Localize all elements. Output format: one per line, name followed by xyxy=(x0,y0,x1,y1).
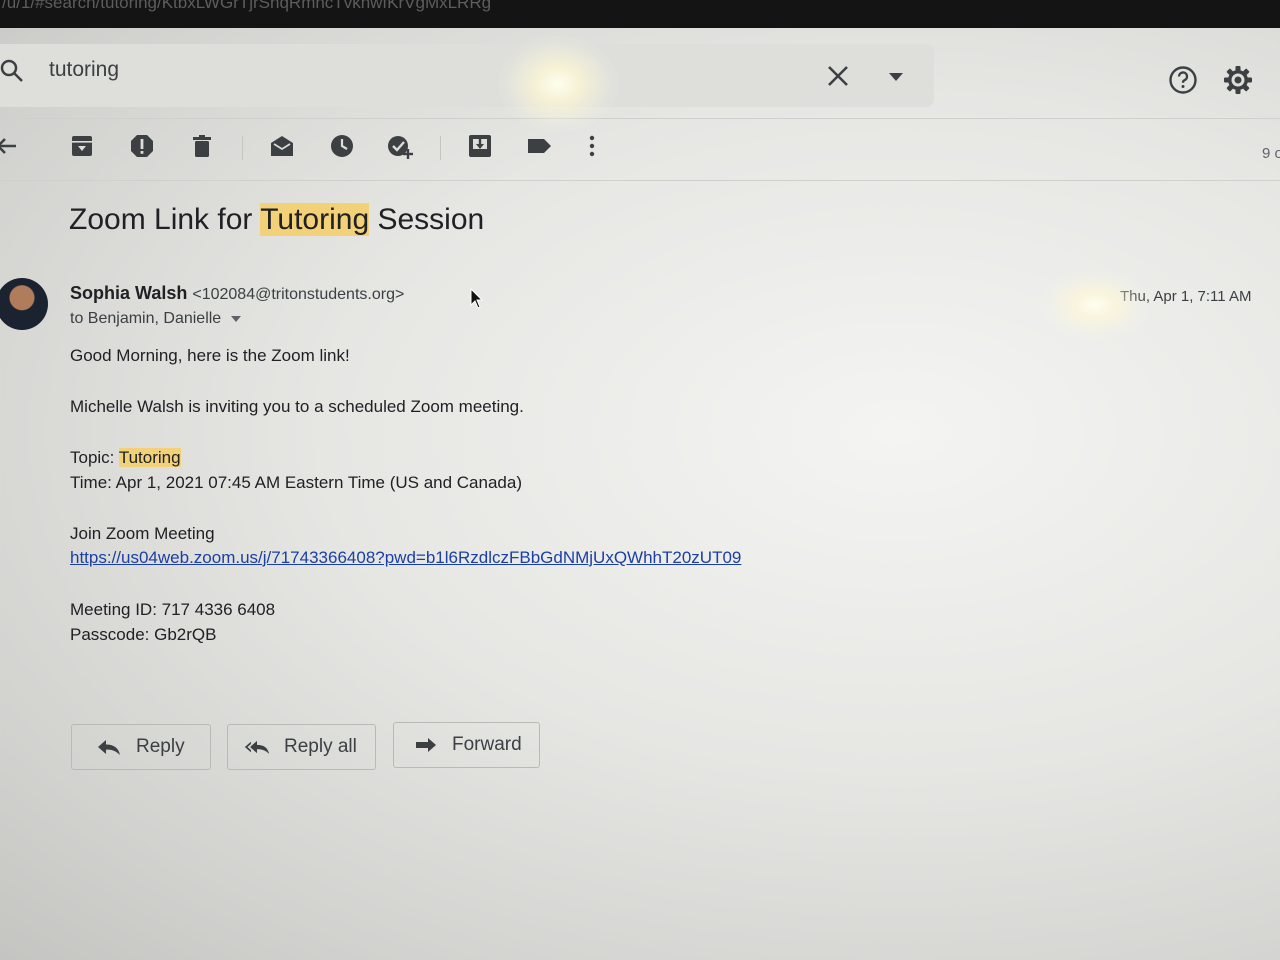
email-timestamp: Thu, Apr 1, 7:11 AM xyxy=(1120,288,1252,305)
chevron-down-icon[interactable] xyxy=(231,315,242,322)
subject-text-end: Session xyxy=(369,203,485,236)
move-to-icon[interactable] xyxy=(466,132,494,160)
add-task-icon[interactable] xyxy=(386,132,414,160)
report-spam-icon[interactable] xyxy=(128,132,156,160)
recipients-label: to Benjamin, Danielle xyxy=(70,310,222,327)
forward-icon xyxy=(416,738,436,752)
page-count: 9 o xyxy=(1262,145,1280,162)
forward-button[interactable]: Forward xyxy=(393,722,540,768)
body-greeting: Good Morning, here is the Zoom link! xyxy=(70,346,350,365)
sender-name[interactable]: Sophia Walsh xyxy=(70,283,187,303)
subject-text-start: Zoom Link for xyxy=(69,203,261,236)
body-time: Time: Apr 1, 2021 07:45 AM Eastern Time … xyxy=(70,473,522,492)
header-divider xyxy=(0,118,1280,119)
body-meeting-id: Meeting ID: 717 4336 6408 xyxy=(70,600,276,619)
search-icon[interactable] xyxy=(0,58,26,84)
more-icon[interactable] xyxy=(578,132,606,160)
subject-search-highlight: Tutoring xyxy=(260,203,370,236)
browser-url-bar[interactable]: /u/1/#search/tutoring/KtbxLWGrTjrShqRmhc… xyxy=(0,0,1280,28)
mark-unread-icon[interactable] xyxy=(268,132,296,160)
sender-line: Sophia Walsh <102084@tritonstudents.org> xyxy=(70,283,404,304)
reply-all-label: Reply all xyxy=(284,736,357,757)
search-input[interactable]: tutoring xyxy=(49,58,119,82)
body-passcode: Passcode: Gb2rQB xyxy=(70,625,217,644)
reply-button[interactable]: Reply xyxy=(71,724,211,770)
email-subject: Zoom Link for Tutoring Session xyxy=(69,203,484,237)
reply-label: Reply xyxy=(136,736,185,757)
back-arrow-icon[interactable] xyxy=(0,132,22,160)
forward-label: Forward xyxy=(452,734,522,755)
toolbar-divider xyxy=(0,180,1280,181)
topic-search-highlight: Tutoring xyxy=(118,448,181,467)
archive-icon[interactable] xyxy=(68,132,96,160)
search-options-dropdown-icon[interactable] xyxy=(886,70,906,84)
topic-label: Topic: xyxy=(70,448,119,467)
help-icon[interactable] xyxy=(1167,64,1199,96)
body-invite: Michelle Walsh is inviting you to a sche… xyxy=(70,397,524,416)
url-text: /u/1/#search/tutoring/KtbxLWGrTjrShqRmhc… xyxy=(2,0,492,12)
delete-icon[interactable] xyxy=(188,132,216,160)
reply-icon xyxy=(98,740,120,755)
zoom-meeting-link[interactable]: https://us04web.zoom.us/j/71743366408?pw… xyxy=(70,548,741,568)
snooze-icon[interactable] xyxy=(328,132,356,160)
close-icon[interactable] xyxy=(826,64,850,88)
body-topic: Topic: Tutoring xyxy=(70,448,181,468)
screen-glare xyxy=(1040,270,1150,340)
mouse-cursor-icon xyxy=(470,288,484,309)
toolbar-separator xyxy=(242,136,243,160)
avatar[interactable] xyxy=(0,278,48,330)
search-bar[interactable] xyxy=(0,44,934,107)
body-join-label: Join Zoom Meeting xyxy=(70,524,215,543)
reply-all-icon xyxy=(244,740,270,754)
label-icon[interactable] xyxy=(525,132,553,160)
recipients-dropdown[interactable]: to Benjamin, Danielle xyxy=(70,310,242,328)
gear-icon[interactable] xyxy=(1222,64,1254,96)
sender-email: <102084@tritonstudents.org> xyxy=(192,286,405,303)
reply-all-button[interactable]: Reply all xyxy=(227,724,376,770)
toolbar-separator xyxy=(440,136,441,160)
